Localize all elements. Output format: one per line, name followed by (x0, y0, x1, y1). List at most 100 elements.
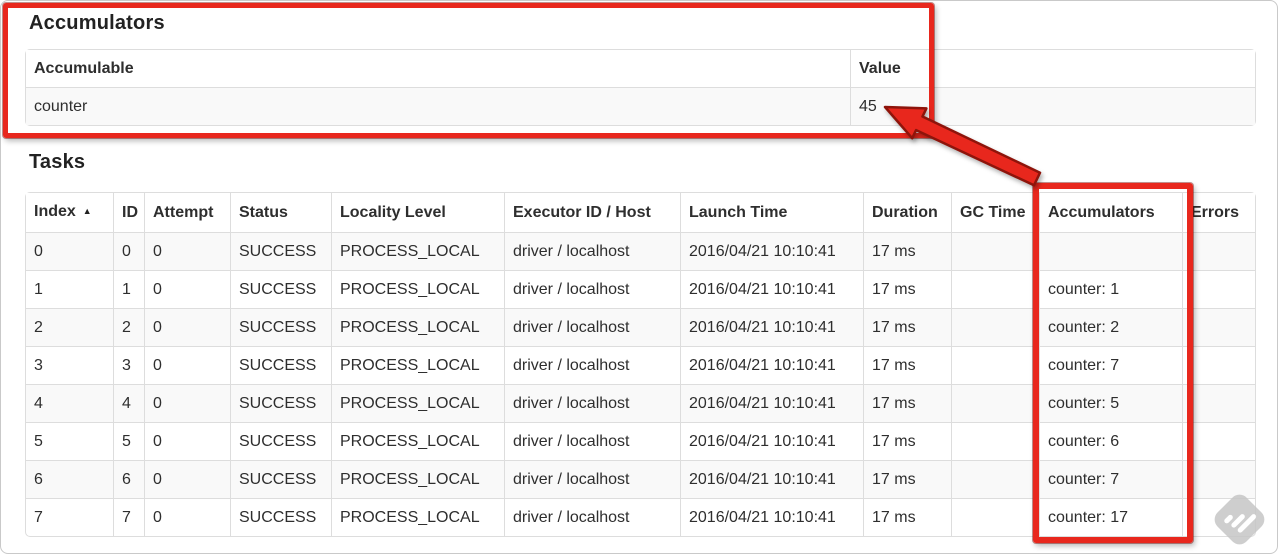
cell-accumulators: counter: 7 (1040, 347, 1183, 385)
cell-duration: 17 ms (864, 309, 952, 347)
cell-accumulators: counter: 1 (1040, 271, 1183, 309)
cell-errors (1183, 423, 1255, 461)
col-header-label: Duration (872, 204, 938, 221)
cell-attempt: 0 (145, 309, 231, 347)
col-header-locality-level[interactable]: Locality Level (332, 193, 505, 233)
col-header-label: Accumulators (1048, 204, 1155, 221)
table-row: 3 3 0 SUCCESS PROCESS_LOCAL driver / localhos… (26, 347, 1255, 385)
cell-launch-time: 2016/04/21 10:10:41 (681, 423, 864, 461)
cell-gc-time (952, 461, 1040, 499)
cell-index: 3 (26, 347, 114, 385)
col-header-label: Index (34, 203, 76, 220)
cell-errors (1183, 233, 1255, 271)
cell-accumulators (1040, 233, 1183, 271)
cell-gc-time (952, 423, 1040, 461)
table-row: 5 5 0 SUCCESS PROCESS_LOCAL driver / localhos… (26, 423, 1255, 461)
col-header-value[interactable]: Value (851, 50, 1255, 88)
cell-id: 7 (114, 499, 145, 536)
cell-launch-time: 2016/04/21 10:10:41 (681, 461, 864, 499)
cell-gc-time (952, 347, 1040, 385)
table-row: 0 0 0 SUCCESS PROCESS_LOCAL driver / localhos… (26, 233, 1255, 271)
cell-id: 1 (114, 271, 145, 309)
cell-attempt: 0 (145, 385, 231, 423)
cell-attempt: 0 (145, 233, 231, 271)
cell-duration: 17 ms (864, 233, 952, 271)
cell-gc-time (952, 233, 1040, 271)
cell-index: 0 (26, 233, 114, 271)
col-header-gc-time[interactable]: GC Time (952, 193, 1040, 233)
tasks-section-title: Tasks (29, 151, 86, 173)
cell-errors (1183, 271, 1255, 309)
cell-status: SUCCESS (231, 271, 332, 309)
cell-attempt: 0 (145, 347, 231, 385)
cell-index: 2 (26, 309, 114, 347)
table-row: 7 7 0 SUCCESS PROCESS_LOCAL driver / localhos… (26, 499, 1255, 536)
cell-errors (1183, 461, 1255, 499)
cell-gc-time (952, 309, 1040, 347)
cell-status: SUCCESS (231, 461, 332, 499)
col-header-accumulators[interactable]: Accumulators (1040, 193, 1183, 233)
cell-gc-time (952, 385, 1040, 423)
accumulators-table: Accumulable Value counter 45 (25, 49, 1256, 126)
cell-attempt: 0 (145, 271, 231, 309)
cell-status: SUCCESS (231, 499, 332, 536)
col-header-index[interactable]: Index ▲ (26, 193, 114, 233)
cell-attempt: 0 (145, 423, 231, 461)
cell-executor-id-host: driver / localhost (505, 461, 681, 499)
cell-launch-time: 2016/04/21 10:10:41 (681, 309, 864, 347)
table-row: 2 2 0 SUCCESS PROCESS_LOCAL driver / localhos… (26, 309, 1255, 347)
cell-executor-id-host: driver / localhost (505, 309, 681, 347)
cell-errors (1183, 385, 1255, 423)
col-header-duration[interactable]: Duration (864, 193, 952, 233)
col-header-label: Status (239, 204, 288, 221)
sort-ascending-icon: ▲ (82, 206, 92, 216)
table-row: 1 1 0 SUCCESS PROCESS_LOCAL driver / localhos… (26, 271, 1255, 309)
col-header-label: Value (859, 60, 901, 77)
cell-executor-id-host: driver / localhost (505, 347, 681, 385)
cell-duration: 17 ms (864, 423, 952, 461)
cell-accumulators: counter: 5 (1040, 385, 1183, 423)
cell-locality-level: PROCESS_LOCAL (332, 347, 505, 385)
cell-id: 3 (114, 347, 145, 385)
cell-status: SUCCESS (231, 347, 332, 385)
cell-status: SUCCESS (231, 233, 332, 271)
cell-id: 2 (114, 309, 145, 347)
cell-locality-level: PROCESS_LOCAL (332, 385, 505, 423)
table-row: 4 4 0 SUCCESS PROCESS_LOCAL driver / localhos… (26, 385, 1255, 423)
cell-executor-id-host: driver / localhost (505, 233, 681, 271)
cell-locality-level: PROCESS_LOCAL (332, 271, 505, 309)
cell-executor-id-host: driver / localhost (505, 499, 681, 536)
cell-accumulators: counter: 17 (1040, 499, 1183, 536)
col-header-attempt[interactable]: Attempt (145, 193, 231, 233)
cell-locality-level: PROCESS_LOCAL (332, 233, 505, 271)
col-header-launch-time[interactable]: Launch Time (681, 193, 864, 233)
col-header-label: ID (122, 204, 138, 221)
col-header-accumulable[interactable]: Accumulable (26, 50, 851, 88)
col-header-errors[interactable]: Errors (1183, 193, 1255, 233)
cell-attempt: 0 (145, 499, 231, 536)
accumulators-section-title: Accumulators (29, 12, 165, 34)
cell-launch-time: 2016/04/21 10:10:41 (681, 233, 864, 271)
cell-index: 1 (26, 271, 114, 309)
cell-index: 6 (26, 461, 114, 499)
tasks-table: Index ▲ ID Attempt Status Locality Level Execu… (25, 192, 1256, 537)
cell-index: 7 (26, 499, 114, 536)
cell-launch-time: 2016/04/21 10:10:41 (681, 271, 864, 309)
cell-duration: 17 ms (864, 499, 952, 536)
col-header-label: Accumulable (34, 60, 134, 77)
col-header-executor-id-host[interactable]: Executor ID / Host (505, 193, 681, 233)
tasks-header-row: Index ▲ ID Attempt Status Locality Level Execu… (26, 193, 1255, 233)
cell-launch-time: 2016/04/21 10:10:41 (681, 385, 864, 423)
col-header-label: Executor ID / Host (513, 204, 651, 221)
cell-locality-level: PROCESS_LOCAL (332, 309, 505, 347)
cell-locality-level: PROCESS_LOCAL (332, 461, 505, 499)
cell-accumulable: counter (26, 88, 851, 125)
col-header-label: Launch Time (689, 204, 788, 221)
cell-id: 0 (114, 233, 145, 271)
cell-executor-id-host: driver / localhost (505, 271, 681, 309)
cell-gc-time (952, 271, 1040, 309)
col-header-id[interactable]: ID (114, 193, 145, 233)
col-header-status[interactable]: Status (231, 193, 332, 233)
accumulators-header-row: Accumulable Value (26, 50, 1255, 88)
cell-executor-id-host: driver / localhost (505, 423, 681, 461)
